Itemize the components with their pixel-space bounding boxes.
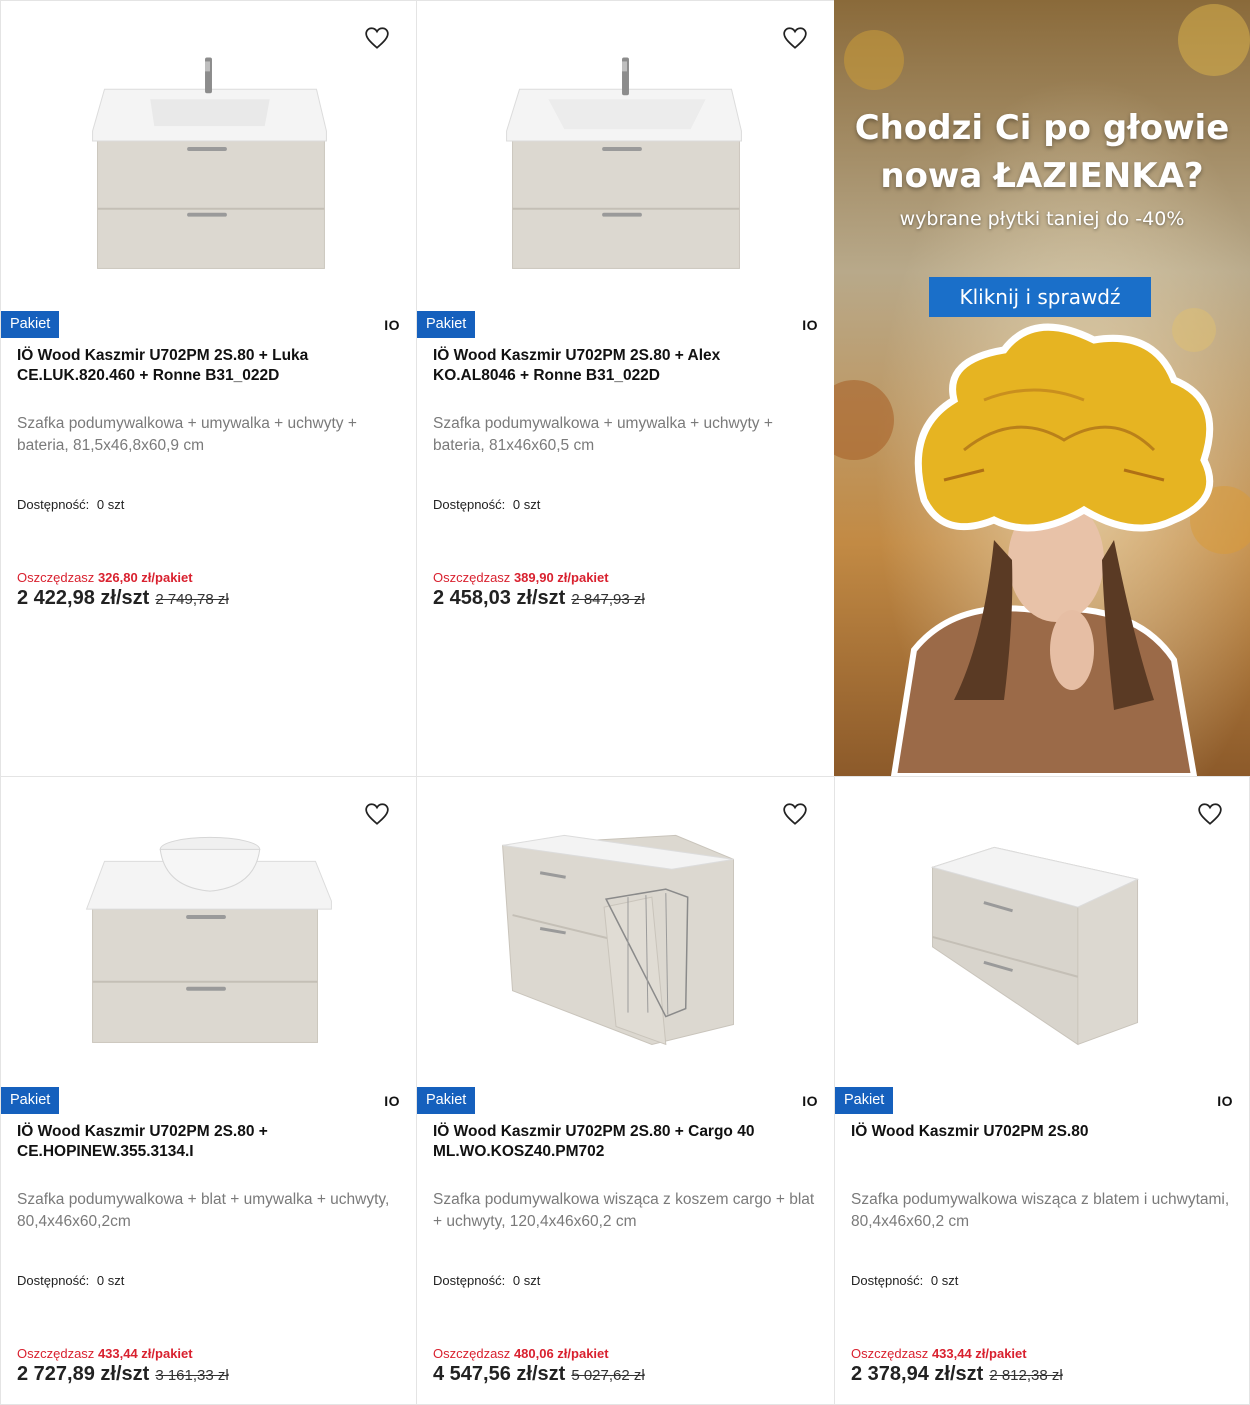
product-title[interactable]: IÖ Wood Kaszmir U702PM 2S.80 + Cargo 40 … bbox=[433, 1122, 794, 1162]
promo-subline: wybrane płytki taniej do -40% bbox=[899, 208, 1185, 230]
favorite-heart-icon[interactable] bbox=[1197, 801, 1223, 827]
savings-amount: 389,90 zł/pakiet bbox=[513, 570, 609, 585]
vanity-with-bowl-icon bbox=[85, 836, 332, 1043]
package-badge: Pakiet bbox=[417, 1087, 476, 1114]
favorite-heart-icon[interactable] bbox=[364, 801, 390, 827]
package-badge: Pakiet bbox=[417, 311, 476, 338]
old-price: 3 161,33 zł bbox=[155, 1367, 229, 1384]
brand-label: IO bbox=[384, 1093, 400, 1109]
savings-amount: 326,80 zł/pakiet bbox=[97, 570, 193, 585]
availability: Dostępność: 0 szt bbox=[17, 497, 124, 512]
favorite-heart-icon[interactable] bbox=[364, 25, 390, 51]
availability: Dostępność: 0 szt bbox=[433, 1273, 540, 1288]
price: 4 547,56 zł/szt 5 027,62 zł bbox=[433, 1363, 645, 1386]
brand-label: IO bbox=[802, 317, 818, 333]
savings-amount: 433,44 zł/pakiet bbox=[97, 1346, 193, 1361]
brand-label: IO bbox=[384, 317, 400, 333]
product-description: Szafka podumywalkowa + blat + umywalka +… bbox=[17, 1191, 390, 1230]
product-title[interactable]: IÖ Wood Kaszmir U702PM 2S.80 bbox=[851, 1122, 1209, 1142]
package-badge: Pakiet bbox=[1, 1087, 60, 1114]
product-image[interactable] bbox=[417, 1, 834, 301]
availability-label: Dostępność: bbox=[433, 497, 506, 512]
savings-text: Oszczędzasz 389,90 zł/pakiet bbox=[433, 570, 609, 585]
savings-text: Oszczędzasz 480,06 zł/pakiet bbox=[433, 1346, 609, 1361]
package-badge: Pakiet bbox=[835, 1087, 894, 1114]
favorite-heart-icon[interactable] bbox=[782, 25, 808, 51]
savings-label: Oszczędzasz bbox=[17, 570, 95, 585]
product-image[interactable] bbox=[1, 777, 416, 1077]
price: 2 458,03 zł/szt 2 847,93 zł bbox=[433, 587, 645, 610]
promo-headline-line2: nowa ŁAZIENKA? bbox=[880, 156, 1204, 196]
product-image[interactable] bbox=[1, 1, 416, 301]
product-image[interactable] bbox=[835, 777, 1249, 1077]
product-description: Szafka podumywalkowa + umywalka + uchwyt… bbox=[433, 415, 773, 454]
availability-value: 0 szt bbox=[512, 497, 541, 512]
product-card[interactable]: Pakiet IO IÖ Wood Kaszmir U702PM 2S.80 S… bbox=[834, 776, 1250, 1405]
brand-label: IO bbox=[1217, 1093, 1233, 1109]
savings-label: Oszczędzasz bbox=[433, 1346, 511, 1361]
savings-label: Oszczędzasz bbox=[17, 1346, 95, 1361]
savings-text: Oszczędzasz 326,80 zł/pakiet bbox=[17, 570, 193, 585]
availability-label: Dostępność: bbox=[17, 497, 90, 512]
price: 2 727,89 zł/szt 3 161,33 zł bbox=[17, 1363, 229, 1386]
vanity-with-cargo-icon bbox=[502, 834, 734, 1046]
vanity-with-sink-icon bbox=[506, 57, 742, 269]
product-image[interactable] bbox=[417, 777, 834, 1077]
product-title[interactable]: IÖ Wood Kaszmir U702PM 2S.80 + CE.HOPINE… bbox=[17, 1122, 376, 1162]
savings-label: Oszczędzasz bbox=[851, 1346, 929, 1361]
savings-amount: 433,44 zł/pakiet bbox=[931, 1346, 1027, 1361]
availability-label: Dostępność: bbox=[433, 1273, 506, 1288]
availability-value: 0 szt bbox=[96, 497, 125, 512]
promo-headline-line1: Chodzi Ci po głowie bbox=[854, 108, 1230, 148]
product-title[interactable]: IÖ Wood Kaszmir U702PM 2S.80 + Alex KO.A… bbox=[433, 346, 794, 386]
product-card[interactable]: Pakiet IO IÖ Wood Kaszmir U702PM 2S.80 +… bbox=[416, 776, 835, 1405]
price: 2 422,98 zł/szt 2 749,78 zł bbox=[17, 587, 229, 610]
savings-text: Oszczędzasz 433,44 zł/pakiet bbox=[851, 1346, 1027, 1361]
promo-banner[interactable]: Chodzi Ci po głowie nowa ŁAZIENKA? wybra… bbox=[834, 0, 1250, 776]
current-price: 2 422,98 zł/szt bbox=[17, 587, 150, 609]
price: 2 378,94 zł/szt 2 812,38 zł bbox=[851, 1363, 1063, 1386]
vanity-cabinet-icon bbox=[930, 846, 1140, 1046]
old-price: 2 847,93 zł bbox=[571, 591, 645, 608]
availability: Dostępność: 0 szt bbox=[851, 1273, 958, 1288]
product-card[interactable]: Pakiet IO IÖ Wood Kaszmir U702PM 2S.80 +… bbox=[416, 0, 835, 777]
current-price: 2 458,03 zł/szt bbox=[433, 587, 566, 609]
old-price: 5 027,62 zł bbox=[571, 1367, 645, 1384]
product-description: Szafka podumywalkowa + umywalka + uchwyt… bbox=[17, 415, 357, 454]
product-description: Szafka podumywalkowa wisząca z koszem ca… bbox=[433, 1191, 815, 1230]
availability-value: 0 szt bbox=[930, 1273, 959, 1288]
old-price: 2 812,38 zł bbox=[989, 1367, 1063, 1384]
savings-label: Oszczędzasz bbox=[433, 570, 511, 585]
promo-cta-button[interactable]: Kliknij i sprawdź bbox=[929, 277, 1151, 317]
product-card[interactable]: Pakiet IO IÖ Wood Kaszmir U702PM 2S.80 +… bbox=[0, 0, 417, 777]
availability: Dostępność: 0 szt bbox=[17, 1273, 124, 1288]
savings-amount: 480,06 zł/pakiet bbox=[513, 1346, 609, 1361]
savings-text: Oszczędzasz 433,44 zł/pakiet bbox=[17, 1346, 193, 1361]
availability-label: Dostępność: bbox=[851, 1273, 924, 1288]
product-description: Szafka podumywalkowa wisząca z blatem i … bbox=[851, 1191, 1230, 1230]
vanity-with-sink-icon bbox=[92, 57, 327, 269]
product-title[interactable]: IÖ Wood Kaszmir U702PM 2S.80 + Luka CE.L… bbox=[17, 346, 376, 386]
current-price: 2 378,94 zł/szt bbox=[851, 1363, 984, 1385]
brand-label: IO bbox=[802, 1093, 818, 1109]
availability: Dostępność: 0 szt bbox=[433, 497, 540, 512]
current-price: 4 547,56 zł/szt bbox=[433, 1363, 566, 1385]
availability-value: 0 szt bbox=[512, 1273, 541, 1288]
package-badge: Pakiet bbox=[1, 311, 60, 338]
availability-label: Dostępność: bbox=[17, 1273, 90, 1288]
old-price: 2 749,78 zł bbox=[155, 591, 229, 608]
availability-value: 0 szt bbox=[96, 1273, 125, 1288]
product-grid: Pakiet IO IÖ Wood Kaszmir U702PM 2S.80 +… bbox=[0, 0, 1250, 1405]
current-price: 2 727,89 zł/szt bbox=[17, 1363, 150, 1385]
product-card[interactable]: Pakiet IO IÖ Wood Kaszmir U702PM 2S.80 +… bbox=[0, 776, 417, 1405]
favorite-heart-icon[interactable] bbox=[782, 801, 808, 827]
